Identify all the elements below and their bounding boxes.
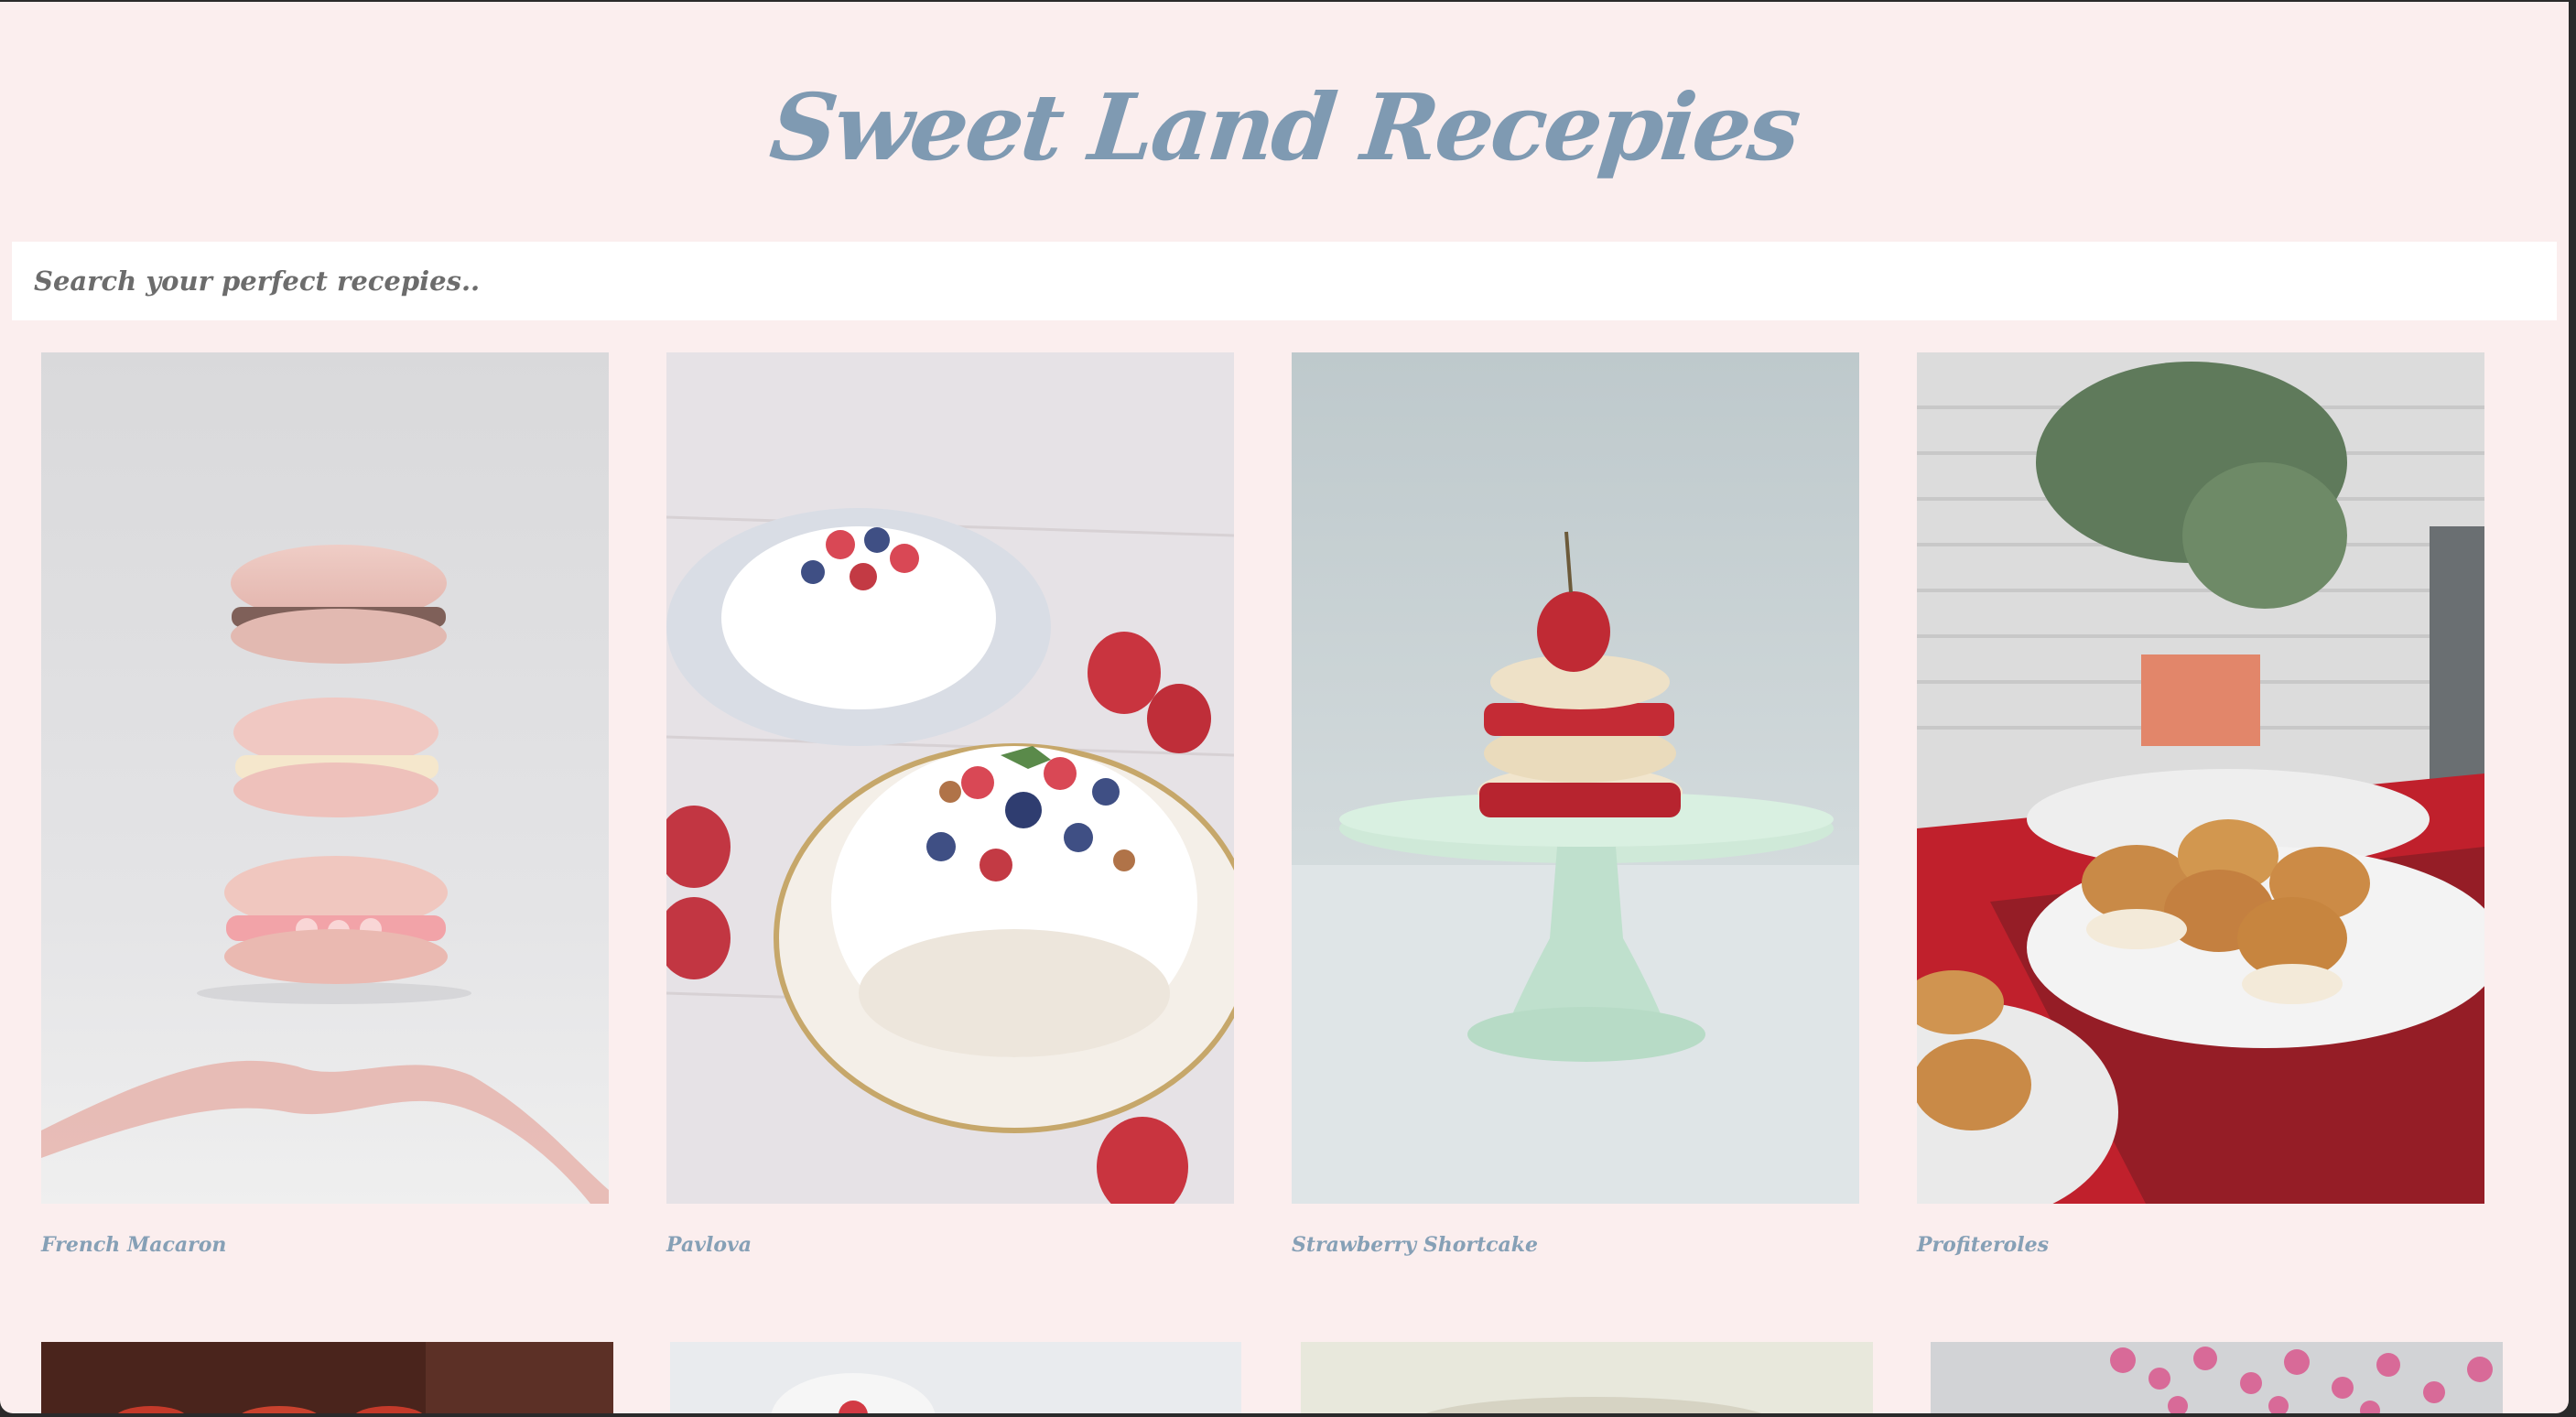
recipe-title[interactable]: Profiteroles: [1917, 1233, 2049, 1257]
app-window: Sweet Land Recepies Search your perfect …: [0, 2, 2569, 1413]
recipe-image-french-macaron[interactable]: [41, 352, 609, 1204]
page-title: Sweet Land Recepies: [765, 73, 1803, 181]
recipe-card-partial[interactable]: [41, 1342, 613, 1413]
recipe-image-profiteroles[interactable]: [1917, 352, 2484, 1204]
recipe-title[interactable]: French Macaron: [41, 1233, 226, 1257]
recipe-card-partial[interactable]: [670, 1342, 1241, 1413]
recipe-card-partial[interactable]: [1301, 1342, 1873, 1413]
recipe-image-pavlova[interactable]: [666, 352, 1234, 1204]
recipe-title[interactable]: Pavlova: [666, 1233, 752, 1257]
recipe-card-partial[interactable]: [1931, 1342, 2503, 1413]
recipe-image-strawberry-shortcake[interactable]: [1292, 352, 1859, 1204]
search-input[interactable]: [12, 242, 2557, 320]
recipe-title[interactable]: Strawberry Shortcake: [1292, 1233, 1538, 1257]
